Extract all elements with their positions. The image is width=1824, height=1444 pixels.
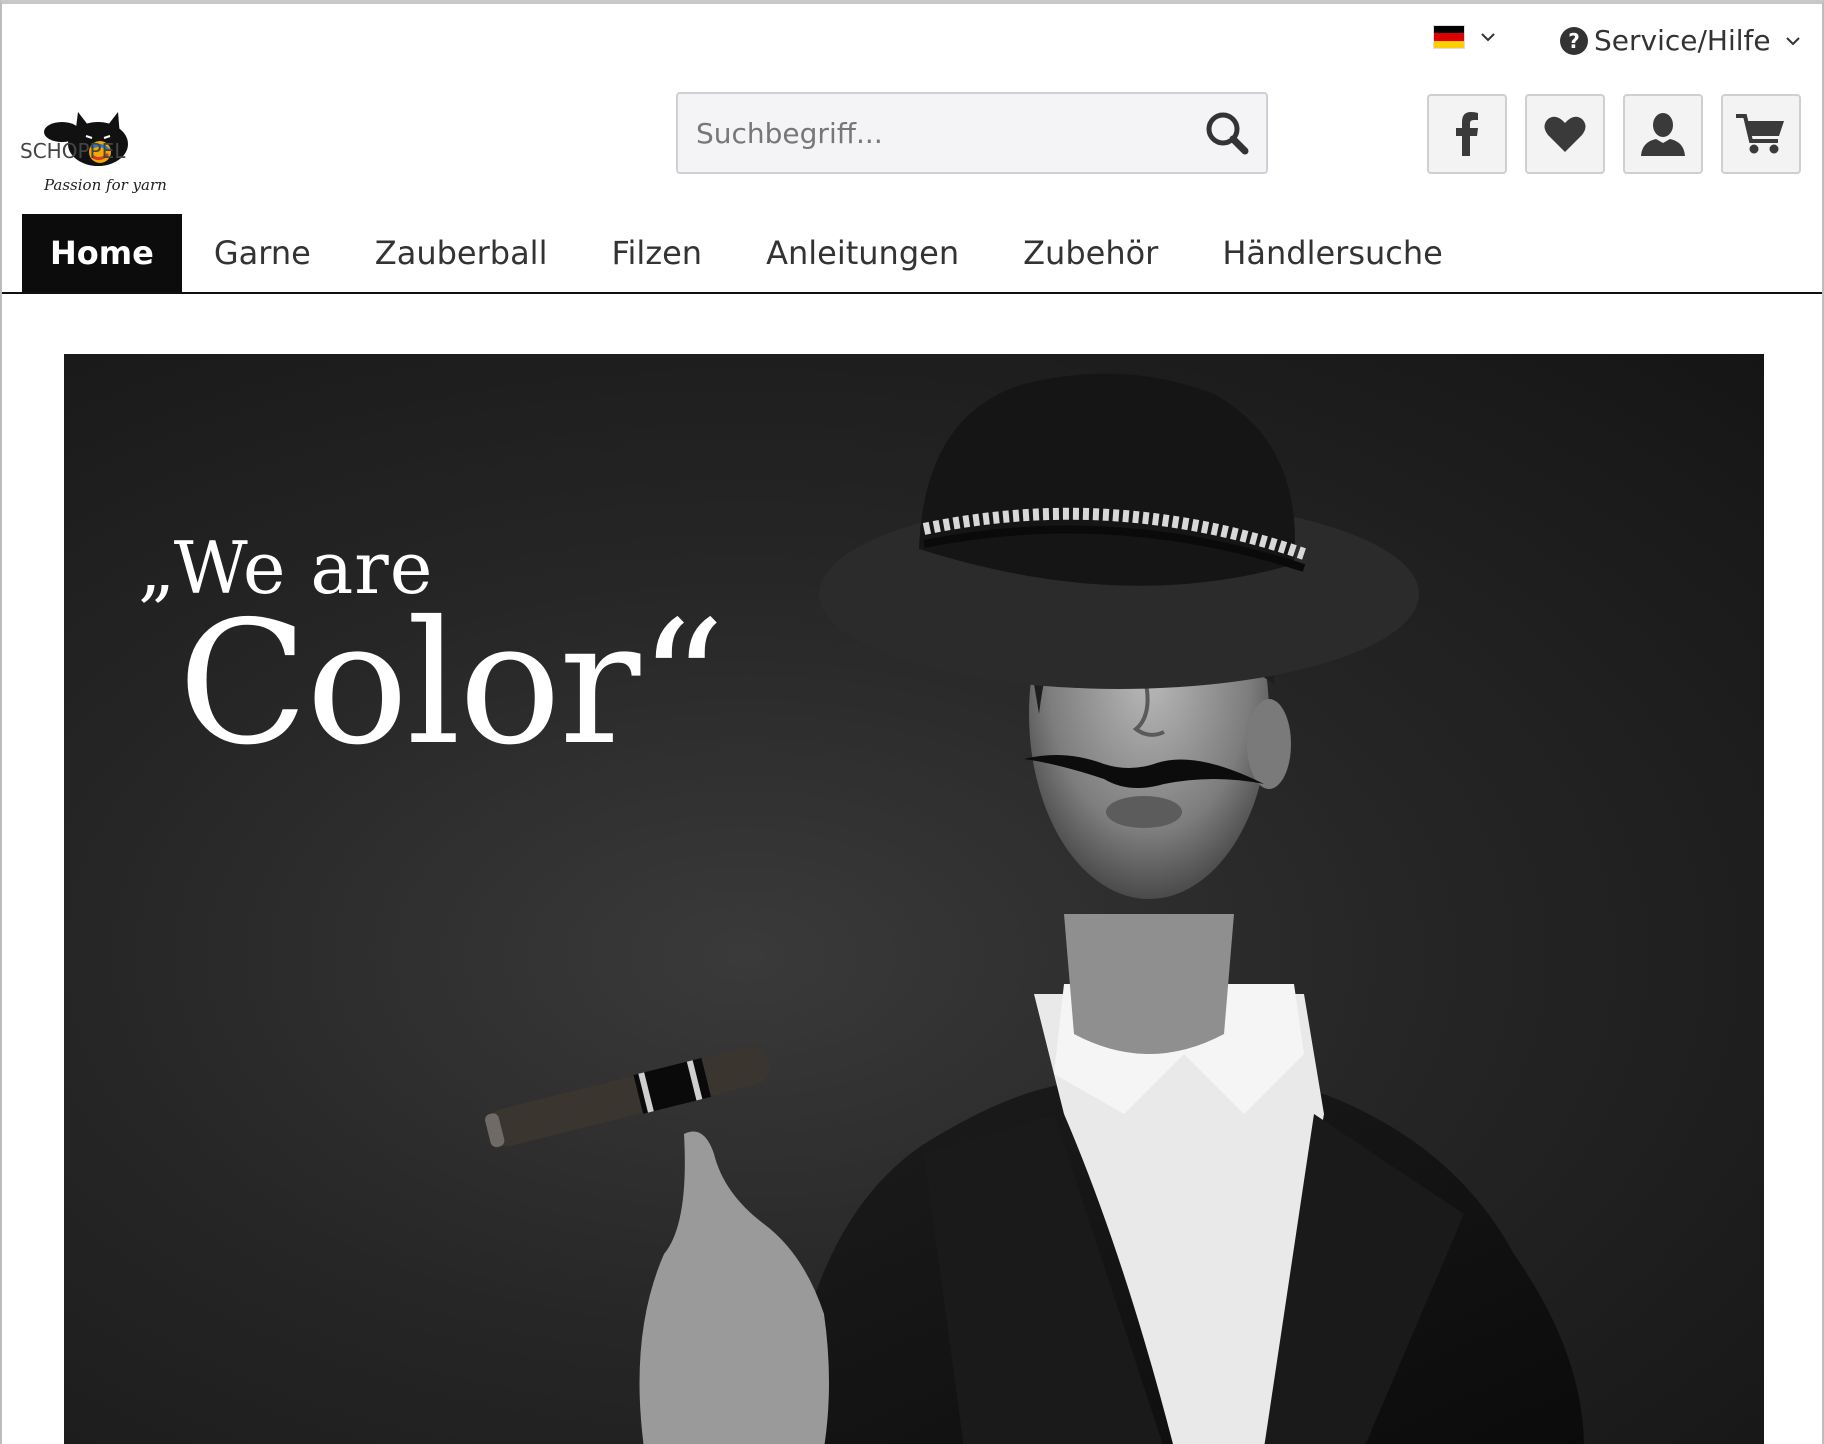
brand-logo[interactable]: SCHOPPEL Passion for yarn: [20, 92, 180, 202]
service-help-menu[interactable]: ? Service/Hilfe: [1560, 24, 1801, 57]
account-button[interactable]: [1623, 94, 1703, 174]
nav-item-haendlersuche[interactable]: Händlersuche: [1190, 214, 1475, 292]
facebook-icon: [1456, 112, 1478, 156]
search-input[interactable]: [678, 94, 1188, 172]
cart-icon: [1736, 114, 1784, 154]
heart-icon: [1544, 116, 1586, 152]
nav-item-zubehoer[interactable]: Zubehör: [991, 214, 1190, 292]
facebook-button[interactable]: [1427, 94, 1507, 174]
nav-item-anleitungen[interactable]: Anleitungen: [734, 214, 991, 292]
top-bar: ? Service/Hilfe: [2, 4, 1822, 76]
page: ? Service/Hilfe SCHOPPEL Passion for yar…: [0, 0, 1824, 1444]
user-icon: [1641, 113, 1685, 156]
question-icon: ?: [1560, 26, 1588, 55]
cart-button[interactable]: [1721, 94, 1801, 174]
brand-text: SCHOPPEL: [20, 139, 126, 163]
search-icon: [1206, 112, 1249, 155]
hero-banner[interactable]: „We are Color“: [64, 354, 1764, 1444]
german-flag-icon: [1434, 26, 1464, 48]
hero-photo: [485, 373, 1584, 1444]
wishlist-button[interactable]: [1525, 94, 1605, 174]
language-selector[interactable]: [1434, 26, 1496, 48]
brand-tagline: Passion for yarn: [43, 176, 167, 194]
nav-item-filzen[interactable]: Filzen: [579, 214, 734, 292]
search-button[interactable]: [1188, 94, 1266, 172]
nav-item-zauberball[interactable]: Zauberball: [343, 214, 580, 292]
hero-headline: „We are Color“: [138, 532, 725, 783]
search-box: [676, 92, 1268, 174]
schoppel-logo-icon: SCHOPPEL Passion for yarn: [20, 112, 167, 194]
nav-item-home[interactable]: Home: [22, 214, 182, 292]
hero-line-2: Color“: [178, 585, 725, 783]
chevron-down-icon: [1785, 36, 1800, 45]
main-navigation: Home Garne Zauberball Filzen Anleitungen…: [2, 214, 1822, 294]
nav-item-garne[interactable]: Garne: [182, 214, 343, 292]
header-actions: [1427, 94, 1801, 174]
chevron-down-icon: [1481, 33, 1495, 42]
service-help-label: Service/Hilfe: [1594, 24, 1771, 57]
